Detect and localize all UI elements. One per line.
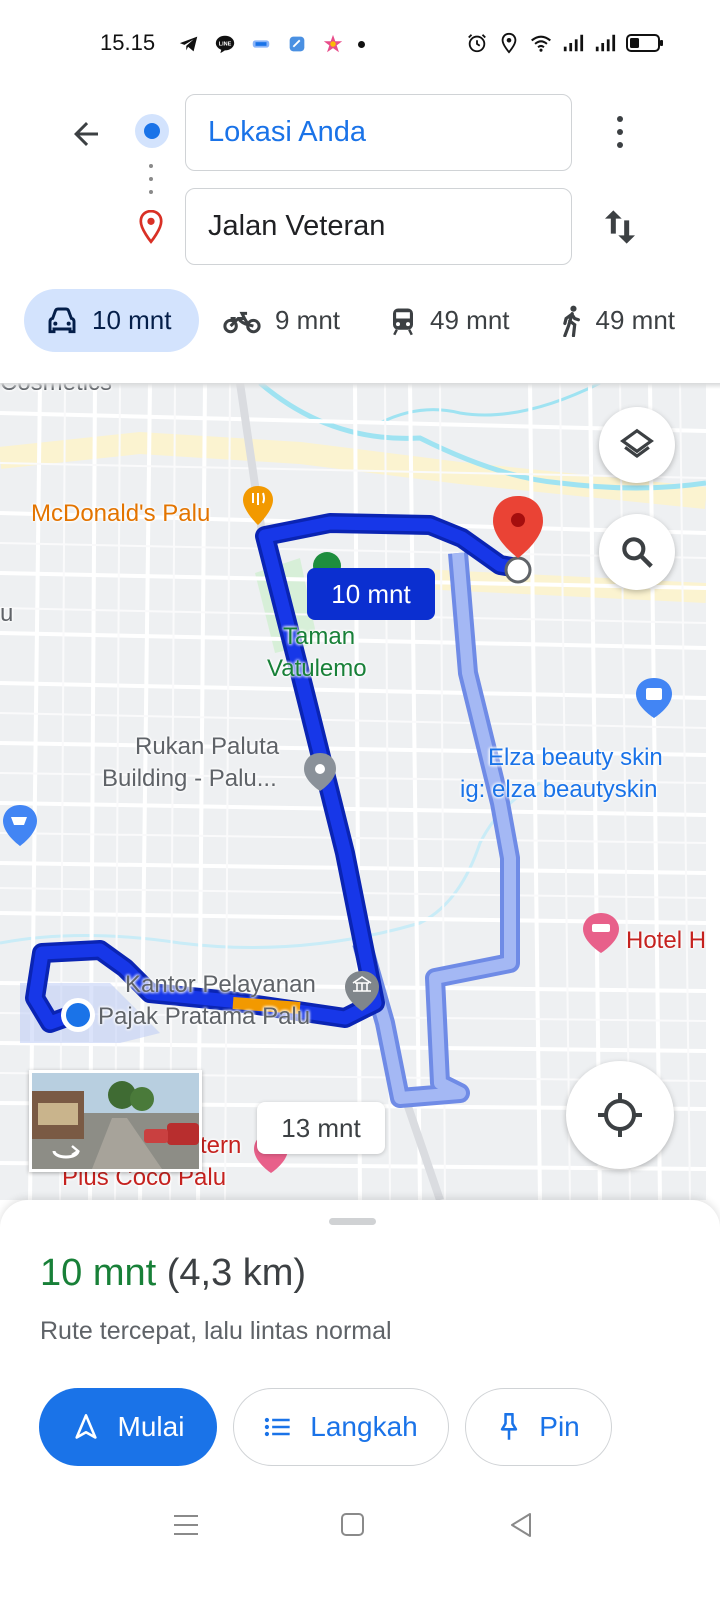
map-label-mcdonalds: McDonald's Palu bbox=[31, 500, 211, 527]
pin-button-label: Pin bbox=[539, 1411, 580, 1442]
tab-driving-label: 10 mnt bbox=[92, 305, 172, 335]
location-icon bbox=[501, 32, 517, 54]
route-duration: 10 mnt bbox=[40, 1252, 157, 1294]
menu-nav-button[interactable] bbox=[166, 1508, 206, 1542]
map-view[interactable]: Cosmetics McDonald's Palu u Taman Vatule… bbox=[0, 383, 706, 1200]
tab-walking[interactable]: 49 mnt bbox=[560, 289, 676, 352]
telegram-icon bbox=[179, 36, 198, 52]
signal-icon bbox=[563, 34, 584, 52]
svg-text:LINE: LINE bbox=[219, 41, 232, 47]
destination-field[interactable]: Jalan Veteran bbox=[185, 188, 572, 265]
tab-transit[interactable]: 49 mnt bbox=[390, 289, 510, 352]
tab-motorbike[interactable]: 9 mnt bbox=[223, 289, 340, 352]
tab-transit-label: 49 mnt bbox=[430, 305, 510, 335]
navigation-icon bbox=[74, 1414, 97, 1439]
origin-marker-icon bbox=[135, 114, 169, 148]
wifi-icon bbox=[531, 35, 551, 52]
motorbike-icon bbox=[223, 311, 261, 333]
status-system-icons bbox=[466, 32, 664, 54]
layers-icon bbox=[620, 428, 654, 459]
files-icon bbox=[289, 36, 305, 52]
route-connector-dots bbox=[149, 164, 153, 194]
signal-icon-2 bbox=[595, 34, 616, 52]
pin-icon bbox=[501, 1413, 518, 1440]
status-notification-icons: LINE bbox=[178, 33, 365, 55]
steps-button-label: Langkah bbox=[310, 1411, 418, 1442]
tab-driving[interactable]: 10 mnt bbox=[24, 289, 199, 352]
swap-vert-icon bbox=[605, 210, 635, 244]
eta-bubble-primary[interactable]: 10 mnt bbox=[307, 568, 435, 620]
route-description: Rute tercepat, lalu lintas normal bbox=[40, 1317, 392, 1345]
drag-handle[interactable] bbox=[329, 1218, 376, 1225]
swap-route-button[interactable] bbox=[600, 205, 640, 249]
my-location-button[interactable] bbox=[566, 1061, 674, 1169]
map-label-elza-2: ig: elza beautyskin bbox=[460, 776, 658, 803]
travel-mode-tabs: 10 mnt 9 mnt 49 mnt 49 mnt bbox=[24, 289, 720, 352]
walk-icon bbox=[562, 305, 580, 337]
map-label-left-edge: u bbox=[0, 600, 14, 627]
search-icon bbox=[622, 537, 653, 568]
steps-button[interactable]: Langkah bbox=[233, 1388, 449, 1466]
alarm-icon bbox=[468, 34, 486, 53]
car-icon bbox=[48, 307, 76, 333]
street-view-image bbox=[32, 1073, 199, 1169]
back-button[interactable] bbox=[64, 112, 108, 156]
notification-dot bbox=[358, 40, 365, 48]
eta-bubble-alternate[interactable]: 13 mnt bbox=[257, 1102, 385, 1154]
map-label-taman-vatulemo-1: Taman bbox=[283, 623, 356, 650]
start-button-label: Mulai bbox=[117, 1411, 185, 1442]
layers-button[interactable] bbox=[599, 407, 675, 483]
arrow-back-icon bbox=[74, 122, 98, 146]
system-nav-bar bbox=[0, 1490, 720, 1560]
pin-button[interactable]: Pin bbox=[465, 1388, 612, 1466]
search-along-route-button[interactable] bbox=[599, 514, 675, 590]
map-label-kantor-1: Kantor Pelayanan bbox=[125, 971, 316, 998]
tab-motorbike-label: 9 mnt bbox=[275, 305, 341, 335]
status-time: 15.15 bbox=[100, 30, 156, 55]
status-bar: 15.15 LINE bbox=[0, 0, 720, 80]
map-top-shadow bbox=[0, 383, 720, 389]
more-options-button[interactable] bbox=[600, 112, 640, 152]
map-label-rukan-paluta-2: Building - Palu... bbox=[102, 765, 277, 792]
route-distance: (4,3 km) bbox=[166, 1252, 307, 1294]
app-icon bbox=[252, 40, 270, 48]
tab-walking-label: 49 mnt bbox=[595, 305, 676, 335]
start-button[interactable]: Mulai bbox=[39, 1388, 217, 1466]
map-label-elza-1: Elza beauty skin bbox=[488, 744, 663, 771]
photos-icon bbox=[323, 34, 343, 53]
back-nav-button[interactable] bbox=[502, 1508, 542, 1542]
map-label-hotel: Hotel H bbox=[626, 927, 706, 954]
map-label-rukan-paluta-1: Rukan Paluta bbox=[135, 733, 280, 760]
line-icon: LINE bbox=[215, 35, 235, 54]
map-label-taman-vatulemo-2: Vatulemo bbox=[267, 655, 367, 682]
destination-marker-icon bbox=[139, 210, 163, 244]
home-nav-button[interactable] bbox=[332, 1508, 372, 1542]
street-view-thumbnail[interactable] bbox=[29, 1070, 202, 1172]
origin-field[interactable]: Lokasi Anda bbox=[185, 94, 572, 171]
map-label-coco-1: tern bbox=[200, 1132, 242, 1159]
transit-icon bbox=[393, 308, 414, 335]
battery-icon bbox=[626, 34, 663, 52]
my-location-icon bbox=[598, 1093, 642, 1137]
map-label-kantor-2: Pajak Pratama Palu bbox=[98, 1003, 311, 1030]
route-summary: 10 mnt (4,3 km) bbox=[40, 1252, 306, 1295]
list-icon bbox=[265, 1417, 290, 1437]
